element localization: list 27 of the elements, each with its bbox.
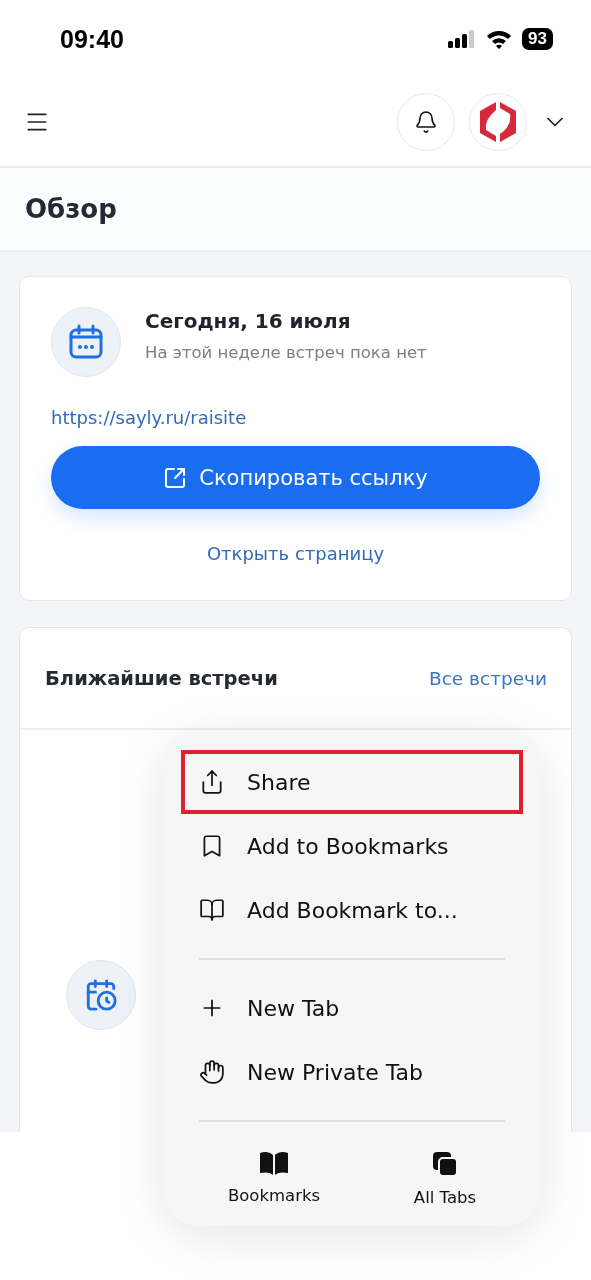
share-icon (199, 769, 225, 795)
meetings-status: На этой неделе встреч пока нет (145, 343, 427, 362)
status-time: 09:40 (60, 24, 124, 54)
hand-icon (199, 1059, 225, 1085)
bell-icon (414, 110, 438, 134)
menu-item[interactable]: New Private Tab (181, 1040, 523, 1104)
date-title: Сегодня, 16 июля (145, 309, 352, 333)
book-icon (258, 1150, 290, 1176)
meetings-title: Ближайшие встречи (45, 666, 278, 690)
all-meetings-link[interactable]: Все встречи (428, 667, 547, 689)
menu-item[interactable]: Add to Bookmarks (181, 814, 523, 878)
menu-item[interactable]: Share (181, 750, 523, 814)
signal-icon (448, 29, 477, 49)
battery-indicator: 93 (522, 28, 553, 50)
book-icon (199, 897, 225, 923)
menu-action-button[interactable]: All Tabs (413, 1150, 477, 1207)
logo-icon (478, 100, 518, 144)
external-link-icon (163, 465, 188, 490)
open-page-link[interactable]: Открыть страницу (206, 543, 385, 564)
page-url-link[interactable]: https://sayly.ru/raisite (51, 407, 247, 428)
menu-item[interactable]: Add Bookmark to... (181, 878, 523, 942)
menu-item[interactable]: New Tab (181, 976, 523, 1040)
menu-action-button[interactable]: Bookmarks (227, 1150, 321, 1207)
copy-link-button[interactable]: Скопировать ссылку (51, 446, 540, 509)
wifi-icon (486, 29, 513, 49)
tabs-icon (430, 1150, 459, 1178)
page-title: Обзор (25, 194, 117, 224)
